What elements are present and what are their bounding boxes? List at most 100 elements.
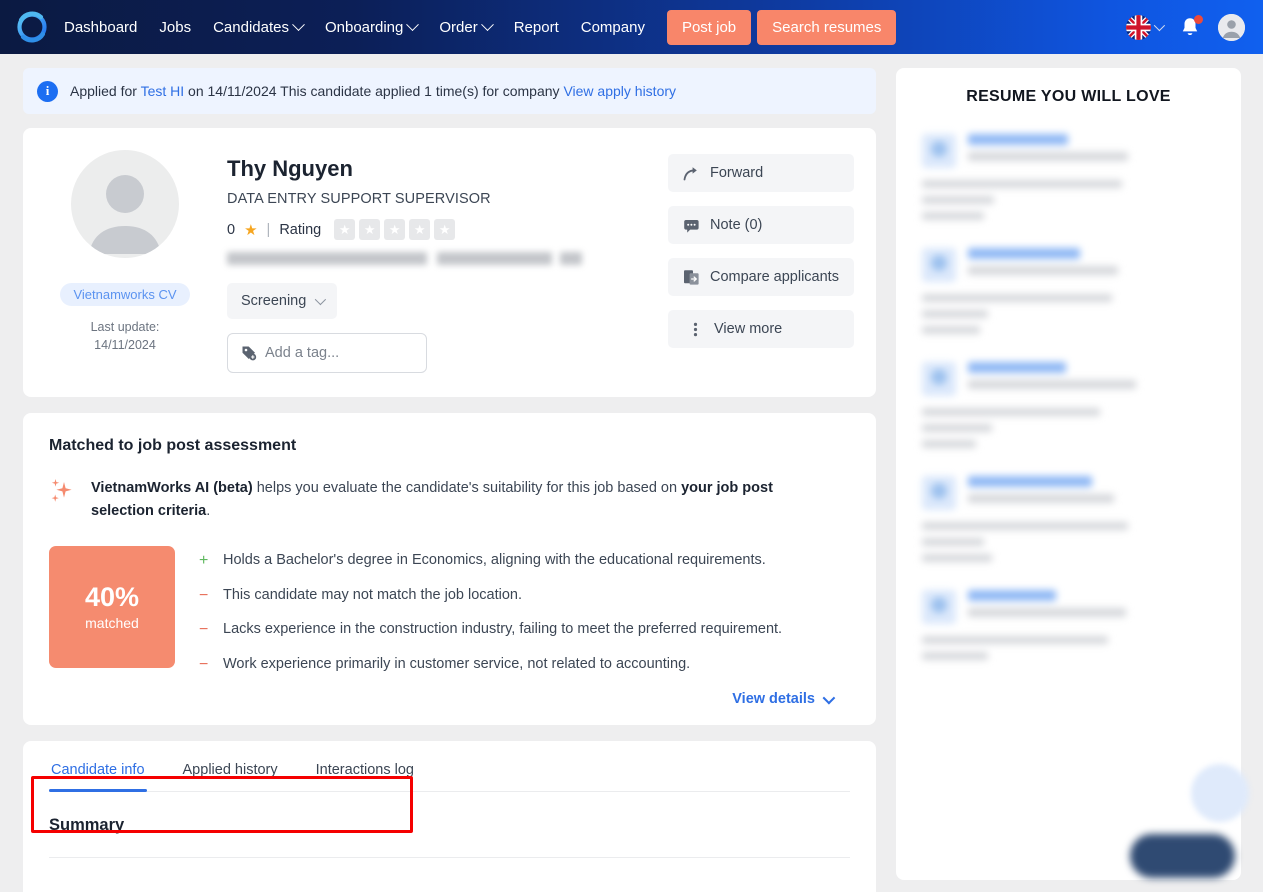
banner-text: Applied for Test HI on 14/11/2024 This c…	[70, 83, 676, 99]
recommended-resumes-panel: RESUME YOU WILL LOVE	[896, 68, 1241, 880]
nav-item-candidates[interactable]: Candidates	[213, 17, 305, 36]
compare-applicants-button[interactable]: Compare applicants	[668, 258, 854, 296]
assessment-description: VietnamWorks AI (beta) helps you evaluat…	[91, 477, 816, 524]
resume-card[interactable]	[912, 236, 1225, 350]
page-body: i Applied for Test HI on 14/11/2024 This…	[0, 54, 1263, 892]
nav-item-onboarding[interactable]: Onboarding	[325, 17, 420, 36]
view-apply-history-link[interactable]: View apply history	[563, 83, 676, 99]
star-empty-icon[interactable]: ★	[384, 219, 406, 240]
assessment-bullet: − Work experience primarily in customer …	[199, 656, 852, 674]
resume-subtitle-masked	[968, 152, 1128, 161]
resume-line	[922, 652, 988, 660]
ai-name: VietnamWorks AI (beta)	[91, 480, 253, 496]
resume-line	[922, 522, 1128, 530]
resume-name-masked	[968, 248, 1080, 259]
tag-icon	[242, 346, 257, 361]
star-empty-icon[interactable]: ★	[359, 219, 381, 240]
last-update-label: Last update:	[90, 320, 160, 334]
match-score-box: 40% matched	[49, 545, 175, 668]
job-link[interactable]: Test HI	[141, 83, 185, 99]
resume-line	[922, 440, 976, 448]
resume-detail-lines	[922, 408, 1215, 448]
uk-flag-icon	[1126, 14, 1151, 40]
resume-subtitle-masked	[968, 608, 1126, 617]
main-column: i Applied for Test HI on 14/11/2024 This…	[23, 68, 876, 892]
resume-line	[922, 326, 980, 334]
assessment-bullet: + Holds a Bachelor's degree in Economics…	[199, 552, 852, 570]
star-empty-icon[interactable]: ★	[334, 219, 356, 240]
note-label: Note (0)	[710, 217, 763, 233]
resume-avatar-icon	[922, 590, 956, 624]
cv-source-badge: Vietnamworks CV	[60, 283, 190, 306]
vietnamworks-logo[interactable]	[14, 9, 50, 45]
info-icon: i	[37, 80, 58, 102]
search-resumes-button[interactable]: Search resumes	[757, 9, 897, 45]
nav-item-company[interactable]: Company	[581, 19, 645, 36]
resume-name-masked	[968, 590, 1056, 601]
assessment-bullets: + Holds a Bachelor's degree in Economics…	[199, 546, 852, 673]
note-button[interactable]: Note (0)	[668, 206, 854, 244]
language-selector[interactable]	[1126, 14, 1166, 40]
match-label: matched	[85, 615, 139, 632]
profile-actions: Forward Note (0) Compare applicants View…	[668, 150, 854, 373]
tab-interactions-log[interactable]: Interactions log	[314, 741, 416, 791]
resume-card[interactable]	[912, 578, 1225, 676]
summary-heading: Summary	[49, 792, 850, 859]
forward-arrow-icon	[683, 166, 697, 180]
profile-left-column: Vietnamworks CV Last update: 14/11/2024	[45, 150, 205, 373]
floating-bubble-decoration	[1191, 764, 1249, 822]
candidate-detail-tabs-card: Candidate info Applied history Interacti…	[23, 741, 876, 892]
stage-select-value: Screening	[241, 293, 307, 309]
assessment-body: 40% matched + Holds a Bachelor's degree …	[49, 545, 852, 673]
view-more-button[interactable]: View more	[668, 310, 854, 348]
resume-subtitle-masked	[968, 494, 1114, 503]
compare-applicants-label: Compare applicants	[710, 269, 839, 285]
resume-detail-lines	[922, 294, 1215, 334]
note-chat-icon	[684, 219, 699, 233]
negative-sign-icon: −	[199, 621, 209, 639]
forward-button[interactable]: Forward	[668, 154, 854, 192]
nav-item-dashboard[interactable]: Dashboard	[64, 19, 137, 36]
notification-bell-icon[interactable]	[1179, 14, 1203, 39]
masked-contact-info	[227, 252, 582, 265]
bullet-text: Work experience primarily in customer se…	[223, 655, 691, 672]
top-navigation-bar: Dashboard Jobs Candidates Onboarding Ord…	[0, 0, 1263, 54]
resume-avatar-icon	[922, 248, 956, 282]
post-job-button[interactable]: Post job	[666, 9, 752, 45]
add-tag-input[interactable]: Add a tag...	[227, 333, 427, 373]
rating-label: Rating	[279, 221, 322, 238]
user-avatar-icon[interactable]	[1218, 13, 1245, 41]
assessment-title: Matched to job post assessment	[49, 437, 297, 454]
chevron-down-icon	[1153, 19, 1166, 32]
sidebar-title: RESUME YOU WILL LOVE	[966, 88, 1171, 105]
rating-stars[interactable]: ★ ★ ★ ★ ★	[334, 219, 456, 240]
star-empty-icon[interactable]: ★	[409, 219, 431, 240]
resume-name-masked	[968, 362, 1066, 373]
resume-card[interactable]	[912, 464, 1225, 578]
nav-item-jobs[interactable]: Jobs	[159, 19, 191, 36]
resume-subtitle-masked	[968, 266, 1118, 275]
tab-candidate-info[interactable]: Candidate info	[49, 741, 147, 793]
nav-label: Company	[580, 18, 645, 36]
floating-chat-button[interactable]	[1130, 834, 1235, 878]
resume-suggestion-list	[912, 122, 1225, 676]
resume-name-masked	[968, 476, 1092, 487]
resume-card-header	[922, 362, 1215, 396]
nav-links: Dashboard Jobs Candidates Onboarding Ord…	[64, 17, 645, 36]
resume-card[interactable]	[912, 350, 1225, 464]
resume-card-header	[922, 134, 1215, 168]
resume-line	[922, 294, 1112, 302]
view-details-link[interactable]: View details	[49, 691, 852, 707]
nav-item-order[interactable]: Order	[439, 17, 494, 36]
resume-card[interactable]	[912, 122, 1225, 236]
resume-line	[922, 408, 1100, 416]
stage-select[interactable]: Screening	[227, 283, 338, 319]
tab-applied-history[interactable]: Applied history	[181, 741, 280, 791]
view-more-label: View more	[714, 321, 783, 337]
resume-line	[922, 636, 1108, 644]
negative-sign-icon: −	[199, 586, 209, 604]
resume-line	[922, 196, 994, 204]
star-empty-icon[interactable]: ★	[434, 219, 456, 240]
nav-item-report[interactable]: Report	[514, 19, 559, 36]
applied-info-banner: i Applied for Test HI on 14/11/2024 This…	[23, 68, 876, 114]
